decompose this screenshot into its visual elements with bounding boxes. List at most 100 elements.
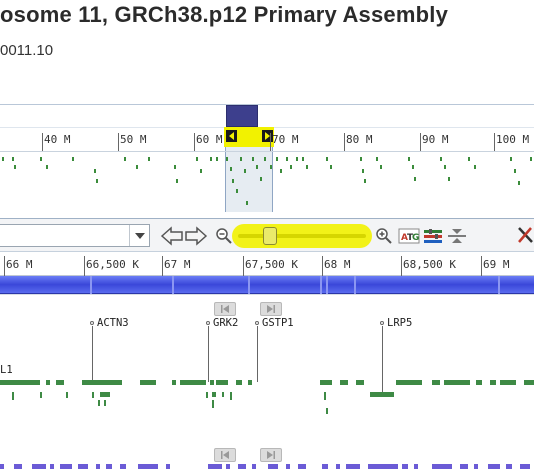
- bottom-feature[interactable]: [322, 464, 328, 469]
- bottom-feature[interactable]: [166, 464, 170, 469]
- gene-feature[interactable]: [216, 380, 228, 385]
- forward-arrow-icon[interactable]: [184, 225, 208, 247]
- bottom-feature[interactable]: [268, 464, 278, 469]
- atg-icon[interactable]: ATG: [398, 225, 420, 247]
- gene-label-actn3[interactable]: ACTN3: [97, 317, 129, 329]
- bottom-feature[interactable]: [432, 464, 452, 469]
- bottom-feature[interactable]: [460, 464, 468, 469]
- gene-feature[interactable]: [92, 392, 94, 398]
- search-dropdown-button[interactable]: [129, 225, 149, 246]
- bottom-feature[interactable]: [238, 464, 246, 469]
- gene-feature[interactable]: [206, 392, 208, 398]
- gene-feature[interactable]: [180, 380, 206, 385]
- bottom-feature[interactable]: [336, 464, 340, 469]
- overview-gene-marker: [174, 165, 176, 169]
- bottom-feature[interactable]: [60, 464, 72, 469]
- range-left-handle-icon[interactable]: [226, 130, 237, 142]
- gene-feature[interactable]: [230, 392, 232, 400]
- bottom-feature[interactable]: [14, 464, 22, 469]
- gene-feature[interactable]: [236, 380, 242, 385]
- bottom-feature[interactable]: [402, 464, 408, 469]
- gene-feature[interactable]: [476, 380, 482, 385]
- track-config-icon[interactable]: [422, 225, 444, 247]
- bottom-feature[interactable]: [32, 464, 46, 469]
- overview-gene-marker: [280, 169, 282, 173]
- bottom-feature[interactable]: [286, 464, 290, 469]
- gene-feature[interactable]: [370, 392, 394, 397]
- bottom-feature[interactable]: [474, 464, 478, 469]
- search-input[interactable]: [0, 224, 150, 247]
- track2-page-next-button[interactable]: [260, 448, 282, 462]
- gene-feature[interactable]: [500, 380, 516, 385]
- gene-feature[interactable]: [56, 380, 64, 385]
- collapse-icon[interactable]: [446, 225, 468, 247]
- gene-feature[interactable]: [0, 380, 40, 385]
- gene-feature[interactable]: [320, 380, 332, 385]
- gene-feature[interactable]: [524, 380, 534, 385]
- gene-feature[interactable]: [12, 392, 14, 400]
- overview-tick: [494, 133, 495, 151]
- gene-feature[interactable]: [248, 380, 252, 385]
- gene-feature[interactable]: [210, 380, 214, 385]
- zoom-in-icon[interactable]: [374, 225, 394, 247]
- gene-feature[interactable]: [490, 380, 496, 385]
- track-page-next-button[interactable]: [260, 302, 282, 316]
- zoom-slider-track[interactable]: [238, 234, 366, 238]
- gene-feature[interactable]: [396, 380, 422, 385]
- zoom-out-icon[interactable]: [214, 225, 234, 247]
- gene-feature[interactable]: [172, 380, 176, 385]
- gene-feature[interactable]: [326, 408, 328, 414]
- zoom-slider-thumb[interactable]: [263, 227, 277, 245]
- bottom-feature[interactable]: [252, 464, 256, 469]
- gene-feature[interactable]: [100, 392, 110, 397]
- overview-gene-marker: [246, 201, 248, 205]
- gene-label-gstp1[interactable]: GSTP1: [262, 317, 294, 329]
- chromosome-overview[interactable]: 40 M 50 M 60 M 70 M 80 M 90 M 100 M: [0, 104, 534, 212]
- bottom-feature[interactable]: [96, 464, 100, 469]
- gene-feature[interactable]: [212, 400, 214, 408]
- gene-label-grk2[interactable]: GRK2: [213, 317, 238, 329]
- gene-feature[interactable]: [340, 380, 348, 385]
- gene-feature[interactable]: [212, 392, 216, 397]
- bottom-feature[interactable]: [298, 464, 306, 469]
- overview-gene-marker: [380, 165, 382, 169]
- track-page-prev-button[interactable]: [214, 302, 236, 316]
- bottom-feature[interactable]: [50, 464, 54, 469]
- bottom-feature[interactable]: [520, 464, 530, 469]
- gene-feature[interactable]: [98, 400, 100, 406]
- gene-label-l1[interactable]: L1: [0, 364, 13, 376]
- gene-feature[interactable]: [222, 392, 224, 397]
- gene-feature[interactable]: [66, 392, 68, 398]
- tools-icon[interactable]: [516, 224, 534, 246]
- track2-page-prev-button[interactable]: [214, 448, 236, 462]
- gene-label-lrp5[interactable]: LRP5: [387, 317, 412, 329]
- gene-feature[interactable]: [324, 392, 326, 400]
- gene-feature[interactable]: [444, 380, 470, 385]
- bottom-feature[interactable]: [208, 464, 222, 469]
- bottom-feature[interactable]: [488, 464, 500, 469]
- bottom-feature[interactable]: [138, 464, 158, 469]
- bottom-feature[interactable]: [346, 464, 360, 469]
- bottom-feature[interactable]: [120, 464, 126, 469]
- overview-tick-label: 100 M: [496, 133, 530, 146]
- gene-feature[interactable]: [432, 380, 440, 385]
- gene-feature[interactable]: [46, 380, 50, 385]
- gene-feature[interactable]: [40, 392, 42, 398]
- sequence-bar[interactable]: [0, 276, 534, 294]
- bottom-feature[interactable]: [414, 464, 418, 469]
- overview-gene-marker: [360, 157, 362, 161]
- bottom-feature[interactable]: [0, 464, 4, 469]
- overview-range-handle[interactable]: [226, 105, 258, 127]
- overview-gene-marker: [362, 169, 364, 173]
- back-arrow-icon[interactable]: [160, 225, 184, 247]
- bottom-feature[interactable]: [226, 464, 230, 469]
- gene-feature[interactable]: [104, 400, 106, 406]
- gene-feature[interactable]: [82, 380, 122, 385]
- gene-feature[interactable]: [356, 380, 364, 385]
- gene-feature[interactable]: [140, 380, 156, 385]
- bottom-feature[interactable]: [506, 464, 512, 469]
- bottom-feature[interactable]: [78, 464, 88, 469]
- sequence-bar-segment: [320, 276, 322, 294]
- bottom-feature[interactable]: [368, 464, 398, 469]
- bottom-feature[interactable]: [106, 464, 112, 469]
